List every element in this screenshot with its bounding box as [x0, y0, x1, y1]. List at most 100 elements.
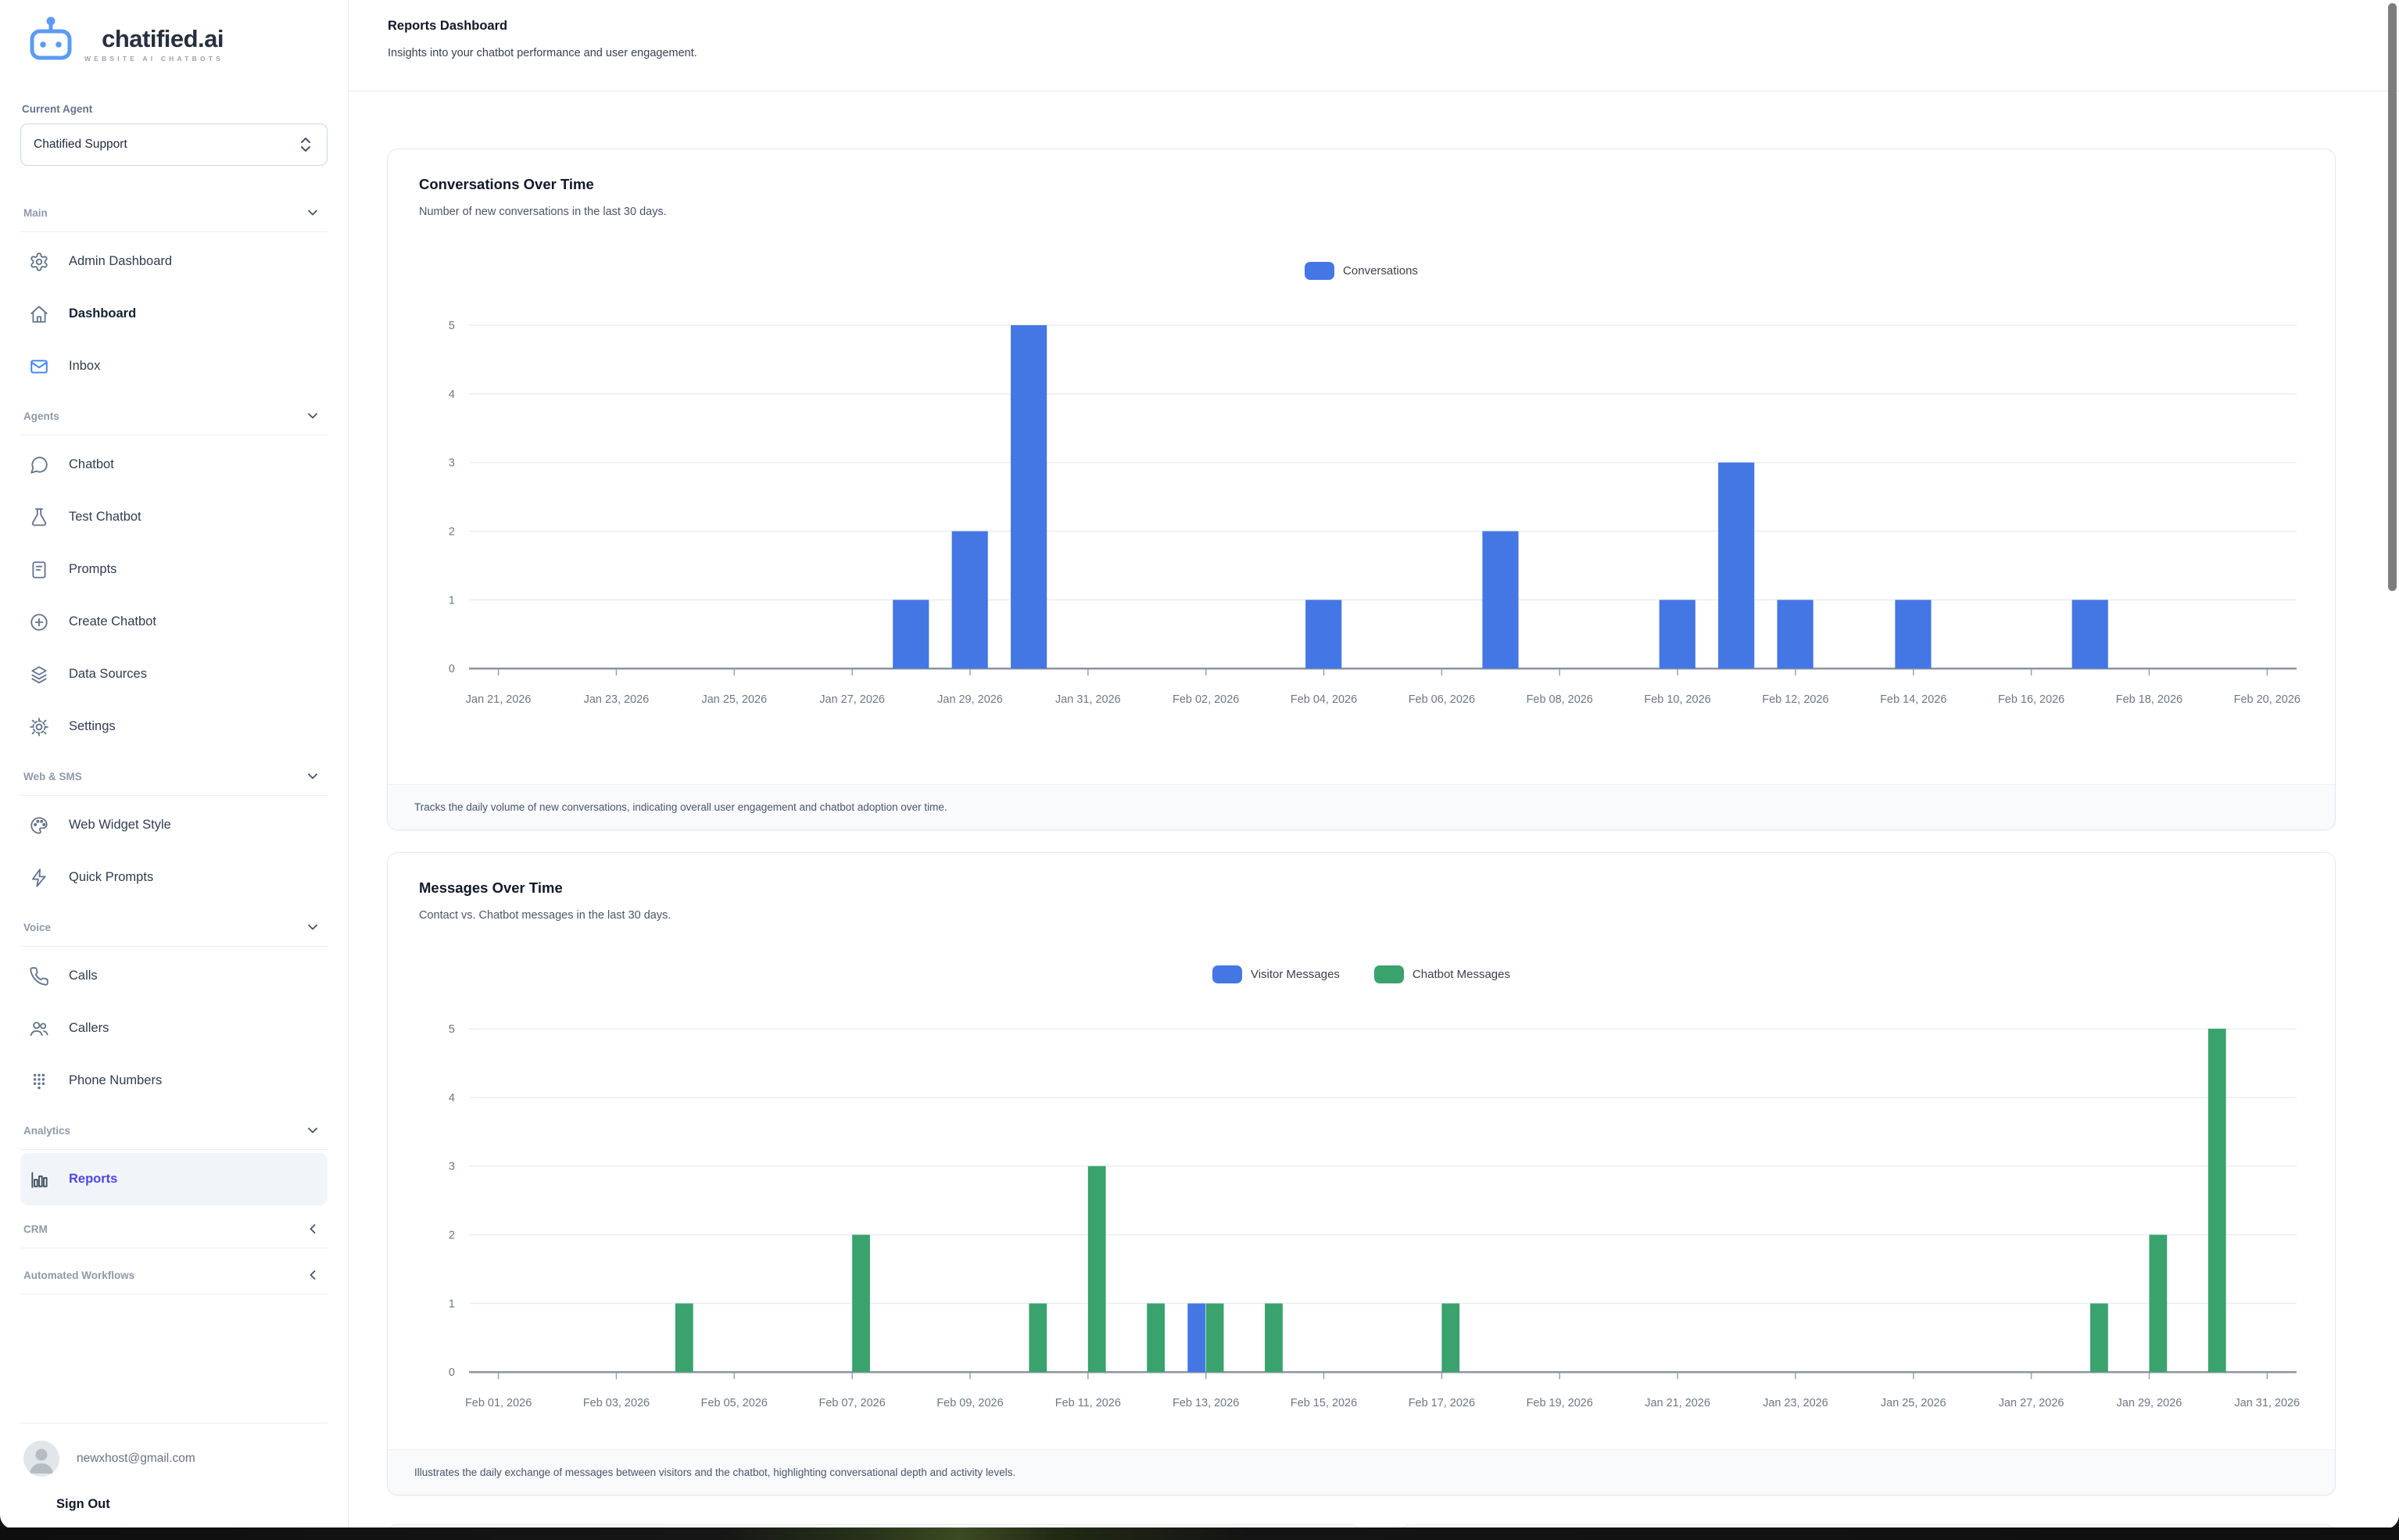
- svg-text:Feb 17, 2026: Feb 17, 2026: [1409, 1397, 1475, 1409]
- chevron-left-icon: [302, 1265, 323, 1286]
- card-title: Messages Over Time: [419, 879, 2304, 897]
- svg-text:Feb 09, 2026: Feb 09, 2026: [936, 1397, 1003, 1409]
- svg-text:Jan 27, 2026: Jan 27, 2026: [1999, 1397, 2064, 1409]
- sidebar-item-label: Callers: [69, 1021, 109, 1036]
- sidebar-item-reports[interactable]: Reports: [20, 1153, 328, 1205]
- sidebar-item-label: Reports: [69, 1172, 117, 1187]
- sidebar-item-label: Phone Numbers: [69, 1073, 162, 1088]
- legend-swatch: [1374, 965, 1404, 983]
- robot-logo-icon: [25, 14, 77, 63]
- divider: [20, 946, 328, 947]
- chevron-left-icon: [302, 1219, 323, 1240]
- lightning-icon: [28, 867, 49, 888]
- card-title: Conversations Over Time: [419, 176, 2304, 193]
- svg-text:3: 3: [449, 457, 455, 470]
- section-label: Agents: [23, 410, 59, 422]
- sidebar-item-inbox[interactable]: Inbox: [20, 340, 328, 392]
- svg-text:0: 0: [449, 1366, 455, 1379]
- section-label: Voice: [23, 922, 51, 933]
- sidebar-item-label: Quick Prompts: [69, 870, 153, 885]
- svg-text:Feb 01, 2026: Feb 01, 2026: [465, 1397, 532, 1409]
- legend-item[interactable]: Conversations: [1305, 262, 1418, 280]
- section-main[interactable]: Main: [20, 189, 328, 225]
- svg-text:Jan 27, 2026: Jan 27, 2026: [819, 693, 885, 706]
- divider: [20, 1294, 328, 1295]
- divider: [20, 1149, 328, 1150]
- sidebar-item-label: Settings: [69, 719, 116, 734]
- chart-legend: Visitor Messages Chatbot Messages: [419, 965, 2304, 983]
- logo-text: chatified.ai: [102, 27, 224, 51]
- svg-text:1: 1: [449, 594, 455, 607]
- section-automated-workflows[interactable]: Automated Workflows: [20, 1252, 328, 1288]
- section-label: CRM: [23, 1223, 48, 1235]
- sidebar-item-label: Test Chatbot: [69, 510, 141, 525]
- section-voice[interactable]: Voice: [20, 904, 328, 940]
- legend-item[interactable]: Visitor Messages: [1212, 965, 1340, 983]
- sidebar-item-test-chatbot[interactable]: Test Chatbot: [20, 491, 328, 543]
- avatar: [23, 1441, 59, 1477]
- sidebar-item-create-chatbot[interactable]: Create Chatbot: [20, 596, 328, 648]
- section-web-sms[interactable]: Web & SMS: [20, 753, 328, 789]
- svg-text:Feb 07, 2026: Feb 07, 2026: [819, 1397, 886, 1409]
- svg-text:Feb 14, 2026: Feb 14, 2026: [1880, 693, 1946, 706]
- phone-icon: [28, 965, 49, 987]
- svg-text:Jan 21, 2026: Jan 21, 2026: [466, 693, 532, 706]
- sign-out-button[interactable]: Sign Out: [56, 1497, 110, 1512]
- logo[interactable]: chatified.ai WEBSITE AI CHATBOTS: [25, 14, 328, 63]
- mail-icon: [28, 356, 49, 377]
- sidebar-item-prompts[interactable]: Prompts: [20, 543, 328, 596]
- sidebar-item-label: Calls: [69, 969, 98, 983]
- sidebar-item-chatbot[interactable]: Chatbot: [20, 439, 328, 491]
- svg-text:Jan 25, 2026: Jan 25, 2026: [1881, 1397, 1946, 1409]
- legend-item[interactable]: Chatbot Messages: [1374, 965, 1510, 983]
- svg-text:Feb 03, 2026: Feb 03, 2026: [583, 1397, 650, 1409]
- user-area: newxhost@gmail.com Sign Out: [20, 1423, 328, 1529]
- page-header: Reports Dashboard Insights into your cha…: [349, 0, 2399, 91]
- section-analytics[interactable]: Analytics: [20, 1107, 328, 1143]
- chevron-down-icon: [302, 406, 323, 427]
- svg-text:3: 3: [449, 1161, 455, 1173]
- svg-text:Feb 16, 2026: Feb 16, 2026: [1998, 693, 2064, 706]
- agent-select-value: Chatified Support: [34, 138, 127, 152]
- sidebar-item-label: Dashboard: [69, 306, 136, 321]
- dialpad-icon: [28, 1070, 49, 1091]
- divider: [20, 231, 328, 232]
- bar-chart-icon: [28, 1169, 49, 1190]
- sidebar-item-calls[interactable]: Calls: [20, 950, 328, 1002]
- svg-text:Jan 29, 2026: Jan 29, 2026: [2117, 1397, 2182, 1409]
- chart-legend: Conversations: [419, 262, 2304, 280]
- sidebar-item-dashboard[interactable]: Dashboard: [20, 288, 328, 340]
- divider: [20, 795, 328, 796]
- sidebar-item-phone-numbers[interactable]: Phone Numbers: [20, 1055, 328, 1107]
- sidebar-item-callers[interactable]: Callers: [20, 1002, 328, 1055]
- svg-text:Feb 12, 2026: Feb 12, 2026: [1762, 693, 1828, 706]
- chevron-down-icon: [302, 917, 323, 938]
- cog-icon: [28, 716, 49, 737]
- sidebar-item-admin-dashboard[interactable]: Admin Dashboard: [20, 235, 328, 288]
- desktop-background-strip: [0, 1527, 2399, 1540]
- legend-swatch: [1305, 262, 1334, 280]
- section-agents[interactable]: Agents: [20, 392, 328, 428]
- chevron-down-icon: [302, 1120, 323, 1141]
- section-label: Main: [23, 207, 48, 219]
- sidebar-item-web-widget-style[interactable]: Web Widget Style: [20, 799, 328, 851]
- user-email: newxhost@gmail.com: [77, 1452, 195, 1466]
- section-crm[interactable]: CRM: [20, 1205, 328, 1241]
- sidebar-item-settings[interactable]: Settings: [20, 700, 328, 753]
- conversations-card: Conversations Over Time Number of new co…: [387, 149, 2336, 830]
- section-label: Web & SMS: [23, 771, 82, 783]
- sidebar-item-data-sources[interactable]: Data Sources: [20, 648, 328, 700]
- svg-text:5: 5: [449, 1023, 455, 1036]
- svg-text:Feb 06, 2026: Feb 06, 2026: [1409, 693, 1475, 706]
- legend-swatch: [1212, 965, 1242, 983]
- svg-text:Jan 23, 2026: Jan 23, 2026: [1763, 1397, 1828, 1409]
- sidebar-item-label: Chatbot: [69, 457, 114, 472]
- messages-card: Messages Over Time Contact vs. Chatbot m…: [387, 852, 2336, 1495]
- content: Conversations Over Time Number of new co…: [349, 91, 2399, 1529]
- sidebar-item-label: Create Chatbot: [69, 614, 156, 629]
- svg-text:1: 1: [449, 1298, 455, 1310]
- svg-text:Jan 31, 2026: Jan 31, 2026: [2234, 1397, 2300, 1409]
- scrollbar-thumb[interactable]: [2388, 3, 2397, 591]
- agent-select[interactable]: Chatified Support: [20, 124, 328, 166]
- sidebar-item-quick-prompts[interactable]: Quick Prompts: [20, 851, 328, 904]
